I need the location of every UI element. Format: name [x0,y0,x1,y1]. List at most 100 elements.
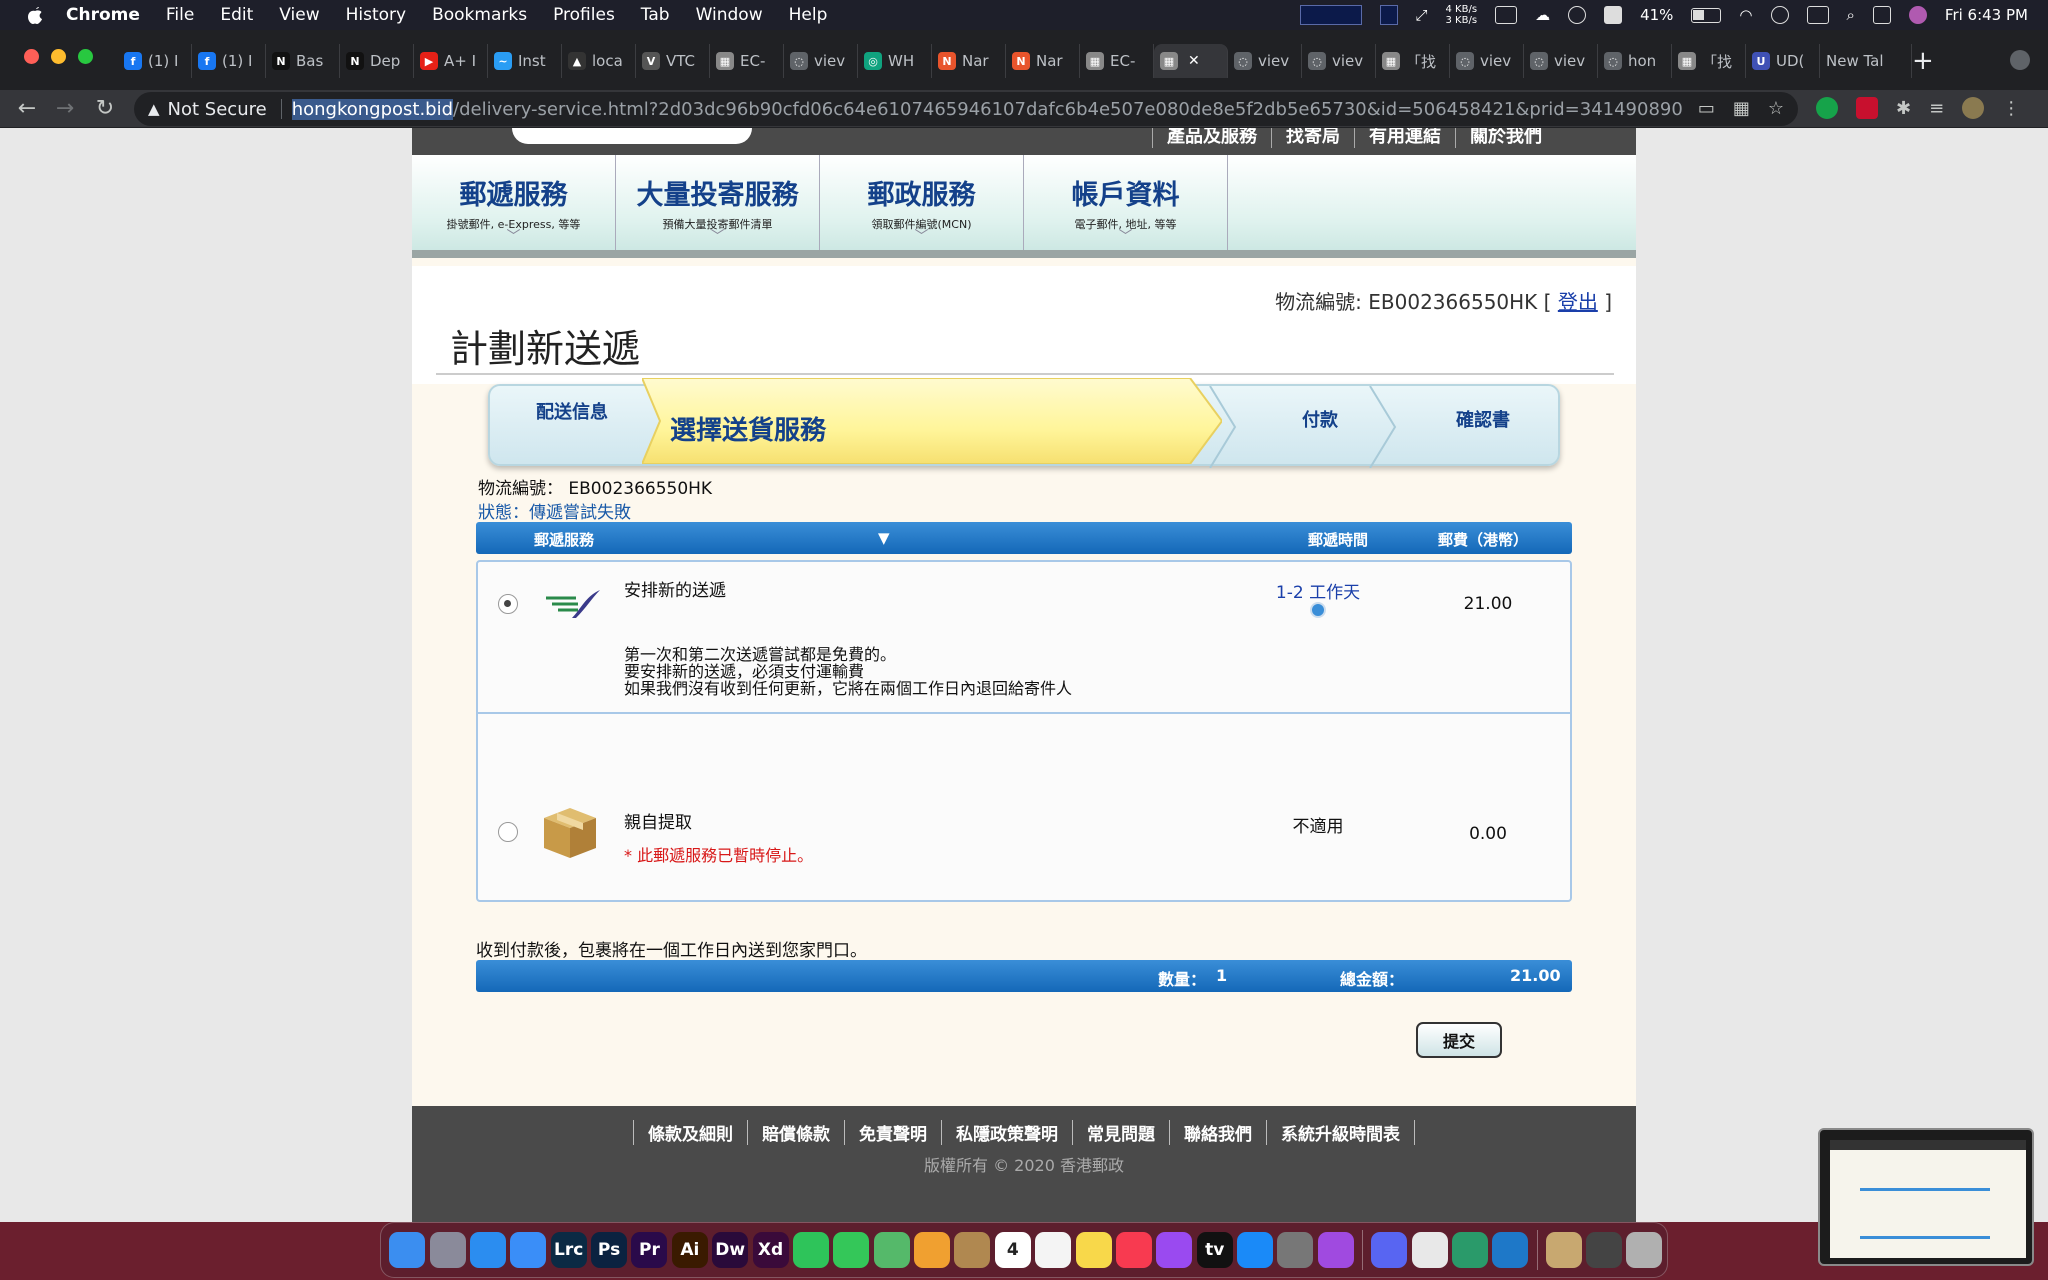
reading-list-icon[interactable]: ≡ [1929,98,1944,119]
dock-mail-icon[interactable] [510,1232,547,1268]
grammarly-icon[interactable] [1816,97,1838,119]
footer-privacy[interactable]: 私隱政策聲明 [941,1120,1072,1145]
cloud-icon[interactable]: ☁ [1535,6,1550,24]
address-bar[interactable]: ▲ Not Secure hongkongpost.bid/delivery-s… [134,92,1798,126]
tab[interactable]: ◌ viev [1450,44,1524,78]
tab[interactable]: ~ Inst [488,44,562,78]
tab[interactable]: ◎ WH [858,44,932,78]
dock-photos-icon[interactable] [914,1232,951,1268]
tab[interactable]: N Dep [340,44,414,78]
control-center-icon[interactable] [1872,6,1891,24]
tab-active[interactable]: ▦ ✕ [1154,44,1228,78]
dock-xd-icon[interactable]: Xd [752,1232,789,1268]
spotlight-icon[interactable]: ⌕ [1847,6,1855,24]
radio-new-delivery[interactable] [498,594,518,614]
close-window-button[interactable] [24,49,39,64]
profile-avatar[interactable] [1962,97,1985,119]
dock-lightroom-classic-icon[interactable]: Lrc [550,1232,587,1268]
tab[interactable]: ▶ A+ I [414,44,488,78]
chrome-menu-icon[interactable]: ⋮ [2002,98,2020,119]
security-label[interactable]: Not Secure [168,99,267,120]
tab[interactable]: U UD( [1746,44,1820,78]
play-icon[interactable] [1568,6,1587,24]
apple-icon[interactable] [24,4,46,26]
dock-system-preferences-icon[interactable] [1277,1232,1314,1268]
tab[interactable]: V VTC [636,44,710,78]
reload-button[interactable]: ↻ [90,94,120,124]
radio-self-pickup[interactable] [498,822,518,842]
nav-bulk-mail[interactable]: 大量投寄服務 預備大量投寄郵件清單 ﹀ [616,155,820,250]
tab-search-button[interactable] [2010,50,2030,70]
option-self-pickup[interactable]: 親自提取 不適用 0.00 * 此郵遞服務已暫時停止。 [478,714,1570,900]
toplink-about[interactable]: 關於我們 [1455,128,1556,148]
forward-button[interactable]: → [50,94,80,124]
dock-maps-icon[interactable] [873,1232,910,1268]
dock-calendar-icon[interactable]: 4 [994,1232,1031,1268]
menu-tab[interactable]: Tab [641,5,670,25]
dock-chatgpt-icon[interactable] [1451,1232,1488,1268]
nav-mail-services[interactable]: 郵遞服務 掛號郵件, e-Express, 等等 ﹀ [412,155,616,250]
submit-button[interactable]: 提交 [1416,1022,1502,1058]
tab[interactable]: ▦ EC- [1080,44,1154,78]
footer-maintenance[interactable]: 系統升級時間表 [1266,1120,1415,1145]
menu-file[interactable]: File [166,5,194,25]
dock-facetime-icon[interactable] [792,1232,829,1268]
tab[interactable]: ▦ 「找 [1376,44,1450,78]
tab[interactable]: ◌ viev [784,44,858,78]
cpu-monitor-icon[interactable] [1299,5,1362,25]
dock-safari-icon[interactable] [469,1232,506,1268]
tab[interactable]: N Bas [266,44,340,78]
menu-edit[interactable]: Edit [220,5,253,25]
nav-account[interactable]: 帳戶資料 電子郵件, 地址, 等等 ﹀ [1024,155,1228,250]
menu-bookmarks[interactable]: Bookmarks [432,5,527,25]
dock-dreamweaver-icon[interactable]: Dw [712,1232,749,1268]
keyboard-icon[interactable] [1806,6,1829,24]
footer-compensation[interactable]: 賠償條款 [747,1120,844,1145]
footer-terms[interactable]: 條款及細則 [633,1120,747,1145]
user-icon[interactable] [1770,6,1789,24]
menu-help[interactable]: Help [789,5,828,25]
menu-app-name[interactable]: Chrome [66,5,140,25]
qr-code-icon[interactable]: ▦ [1733,98,1750,119]
dock-finder-icon[interactable] [389,1232,426,1268]
dock-stack-1-icon[interactable] [1545,1232,1582,1268]
dock-podcasts-icon[interactable] [1156,1232,1193,1268]
memory-monitor-icon[interactable] [1379,5,1398,25]
logout-link[interactable]: 登出 [1558,290,1598,314]
tab[interactable]: N Nar [932,44,1006,78]
wifi-icon[interactable]: ◠ [1739,6,1752,24]
toplink-products[interactable]: 產品及服務 [1152,128,1271,148]
option-new-delivery[interactable]: 安排新的送遞 1-2 工作天 21.00 第一次和第二次送遞嘗試都是免費的。 要… [478,562,1570,714]
tab[interactable]: New Tal [1820,44,1912,78]
tab[interactable]: ◌ viev [1228,44,1302,78]
tab[interactable]: ◌ hon [1598,44,1672,78]
dock-illustrator-icon[interactable]: Ai [671,1232,708,1268]
dock-app-store-icon[interactable] [1237,1232,1274,1268]
nav-postal-services[interactable]: 郵政服務 領取郵件編號(MCN) ﹀ [820,155,1024,250]
tab[interactable]: ▦ 「找 [1672,44,1746,78]
menu-window[interactable]: Window [696,5,763,25]
tab[interactable]: ◌ viev [1302,44,1376,78]
toplink-post-office[interactable]: 找寄局 [1271,128,1354,148]
maximize-window-button[interactable] [78,49,93,64]
dock-stack-2-icon[interactable] [1586,1232,1623,1268]
battery-icon[interactable] [1691,7,1722,23]
screenshot-thumbnail[interactable] [1818,1128,2034,1266]
dock-launchpad-icon[interactable] [429,1232,466,1268]
adblock-icon[interactable] [1856,97,1878,119]
tab[interactable]: ▲ loca [562,44,636,78]
dock-vscode-icon[interactable] [1492,1232,1529,1268]
warning-icon[interactable]: ▲ [148,100,160,118]
tab[interactable]: ◌ viev [1524,44,1598,78]
dock-chrome-icon[interactable] [1411,1232,1448,1268]
menu-history[interactable]: History [346,5,406,25]
dock-contacts-icon[interactable] [954,1232,991,1268]
network-speed[interactable]: 4 KB/s 3 KB/s [1446,4,1478,26]
extensions-puzzle-icon[interactable]: ✱ [1896,98,1911,119]
menu-profiles[interactable]: Profiles [553,5,615,25]
dock-messages-icon[interactable] [833,1232,870,1268]
footer-contact[interactable]: 聯絡我們 [1169,1120,1266,1145]
dock-photoshop-icon[interactable]: Ps [591,1232,628,1268]
dock-reminders-icon[interactable] [1035,1232,1072,1268]
dock-discord-icon[interactable] [1371,1232,1408,1268]
